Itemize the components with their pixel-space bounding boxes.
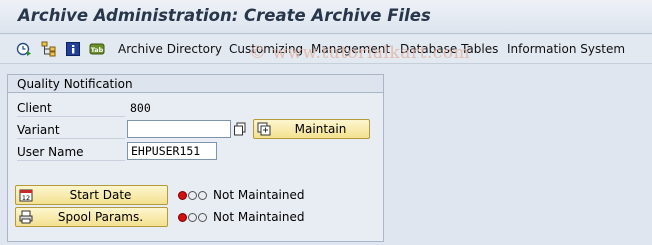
username-label: User Name <box>17 143 125 161</box>
svg-text:12: 12 <box>22 194 30 202</box>
copy-variant-icon[interactable] <box>233 122 247 136</box>
menu-archive-directory[interactable]: Archive Directory <box>118 42 222 56</box>
start-date-status: Not Maintained <box>178 188 304 202</box>
variant-input[interactable] <box>127 120 231 138</box>
title-bar: Archive Administration: Create Archive F… <box>0 0 652 34</box>
structure-tree-icon[interactable] <box>40 40 58 58</box>
spool-status: Not Maintained <box>178 210 304 224</box>
svg-text:Tab: Tab <box>91 46 104 54</box>
info-icon[interactable] <box>64 40 82 58</box>
watermark: © www.tutorialkart.com <box>249 43 471 63</box>
start-date-button[interactable]: 12 Start Date <box>15 185 168 205</box>
start-date-label: Start Date <box>69 188 132 202</box>
maintain-button-label: Maintain <box>294 122 347 136</box>
spool-params-label: Spool Params. <box>57 210 144 224</box>
group-heading: Quality Notification <box>17 77 133 91</box>
yellow-lamp-off-icon <box>188 190 197 200</box>
client-label: Client <box>17 99 125 117</box>
spool-status-text: Not Maintained <box>213 210 305 224</box>
client-value: 800 <box>130 101 151 115</box>
green-lamp-off-icon <box>198 190 207 200</box>
quality-notification-group: Quality Notification Client 800 Variant … <box>7 74 384 242</box>
calendar-icon: 12 <box>19 188 33 202</box>
maintain-icon <box>257 122 271 136</box>
execute-clock-icon[interactable] <box>15 40 33 58</box>
red-lamp-icon <box>178 212 187 222</box>
yellow-lamp-off-icon <box>188 212 197 222</box>
printer-icon <box>19 210 33 224</box>
group-header: Quality Notification <box>8 75 383 93</box>
page-title: Archive Administration: Create Archive F… <box>18 6 431 25</box>
tab-icon[interactable]: Tab <box>88 40 106 58</box>
menu-information-system[interactable]: Information System <box>507 42 625 56</box>
username-input[interactable]: EHPUSER151 <box>127 142 217 160</box>
variant-label: Variant <box>17 121 125 139</box>
start-date-status-text: Not Maintained <box>213 188 305 202</box>
maintain-button[interactable]: Maintain <box>253 119 370 139</box>
spool-params-button[interactable]: Spool Params. <box>15 207 168 227</box>
green-lamp-off-icon <box>198 212 207 222</box>
red-lamp-icon <box>178 190 187 200</box>
